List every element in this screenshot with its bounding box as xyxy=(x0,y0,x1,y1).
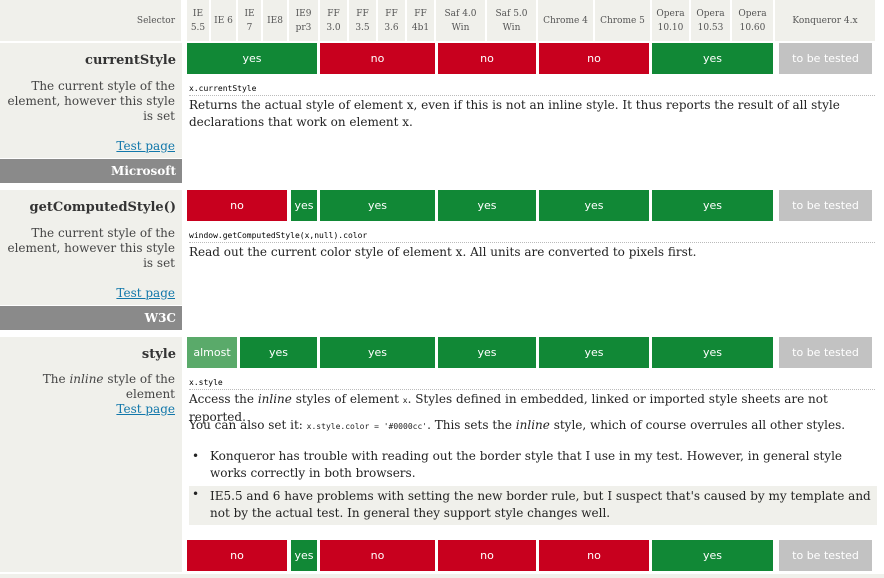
result-cell: yes xyxy=(652,43,773,74)
property-name: currentStyle xyxy=(85,53,176,68)
col-ie9: IE9 pr3 xyxy=(289,0,319,41)
property-description: The current style of the element, howeve… xyxy=(7,79,175,123)
sidebar-currentstyle: currentStyle The current style of the el… xyxy=(0,43,182,158)
code-sample: x.currentStyle xyxy=(189,84,875,96)
code-sample: window.getComputedStyle(x,null).color xyxy=(189,231,875,243)
col-chrome5: Chrome 5 xyxy=(595,0,651,41)
result-cell: almost xyxy=(187,337,237,368)
result-cell: to be tested xyxy=(779,190,872,221)
col-ff35: FF 3.5 xyxy=(349,0,377,41)
sidebar-getcomputedstyle: getComputedStyle() The current style of … xyxy=(0,190,182,305)
col-ie6: IE 6 xyxy=(211,0,237,41)
col-konqueror: Konqueror 4.x xyxy=(775,0,876,41)
result-cell: to be tested xyxy=(779,43,872,74)
col-saf50: Saf 5.0 Win xyxy=(487,0,537,41)
result-cell: yes xyxy=(539,190,649,221)
bottom-divider xyxy=(0,574,884,578)
result-cell: no xyxy=(320,540,435,571)
result-cell: to be tested xyxy=(779,337,872,368)
col-ff36: FF 3.6 xyxy=(378,0,406,41)
result-cell: no xyxy=(187,540,287,571)
col-opera1060: Opera 10.60 xyxy=(732,0,774,41)
result-cell: yes xyxy=(240,337,317,368)
property-name: style xyxy=(141,347,176,362)
sidebar-style: style The inline style of the element Te… xyxy=(0,337,182,531)
col-ff4b1: FF 4b1 xyxy=(407,0,435,41)
note-ie55: IE5.5 and 6 have problems with setting t… xyxy=(189,486,877,525)
result-cell: yes xyxy=(652,337,773,368)
col-ff30: FF 3.0 xyxy=(320,0,348,41)
result-cell: yes xyxy=(438,337,536,368)
note-konqueror: Konqueror has trouble with reading out t… xyxy=(189,448,877,481)
result-cell: yes xyxy=(652,190,773,221)
result-cell: no xyxy=(438,43,536,74)
test-page-link[interactable]: Test page xyxy=(116,139,175,153)
description-text: Returns the actual style of element x, e… xyxy=(189,98,840,129)
col-opera1010: Opera 10.10 xyxy=(652,0,690,41)
result-cell: no xyxy=(539,43,649,74)
result-cell: yes xyxy=(320,337,435,368)
result-cell: yes xyxy=(320,190,435,221)
col-ie55: IE 5.5 xyxy=(187,0,210,41)
group-header-w3c: W3C xyxy=(0,306,182,330)
result-cell: yes xyxy=(187,43,317,74)
col-ie8: IE8 xyxy=(263,0,288,41)
result-cell: no xyxy=(438,540,536,571)
col-saf40: Saf 4.0 Win xyxy=(436,0,486,41)
result-cell: no xyxy=(187,190,287,221)
result-cell: yes xyxy=(291,540,317,571)
sidebar-style-set xyxy=(0,531,182,572)
result-cell: yes xyxy=(291,190,317,221)
test-page-link[interactable]: Test page xyxy=(116,402,175,416)
result-cell: yes xyxy=(438,190,536,221)
property-description: The current style of the element, howeve… xyxy=(7,226,175,270)
selector-header: Selector xyxy=(0,0,182,41)
group-header-microsoft: Microsoft xyxy=(0,159,182,183)
description-text: Read out the current color style of elem… xyxy=(189,245,697,259)
result-cell: yes xyxy=(652,540,773,571)
col-ie7: IE 7 xyxy=(238,0,262,41)
col-opera1053: Opera 10.53 xyxy=(691,0,731,41)
result-cell: no xyxy=(320,43,435,74)
result-cell: yes xyxy=(539,337,649,368)
col-chrome4: Chrome 4 xyxy=(538,0,594,41)
code-sample: x.style xyxy=(189,378,875,390)
test-page-link[interactable]: Test page xyxy=(116,286,175,300)
property-name: getComputedStyle() xyxy=(29,200,176,215)
property-description: The inline style of the element xyxy=(42,372,175,401)
set-style-text: You can also set it: x.style.color = '#0… xyxy=(189,418,846,432)
result-cell: no xyxy=(539,540,649,571)
result-cell: to be tested xyxy=(779,540,872,571)
